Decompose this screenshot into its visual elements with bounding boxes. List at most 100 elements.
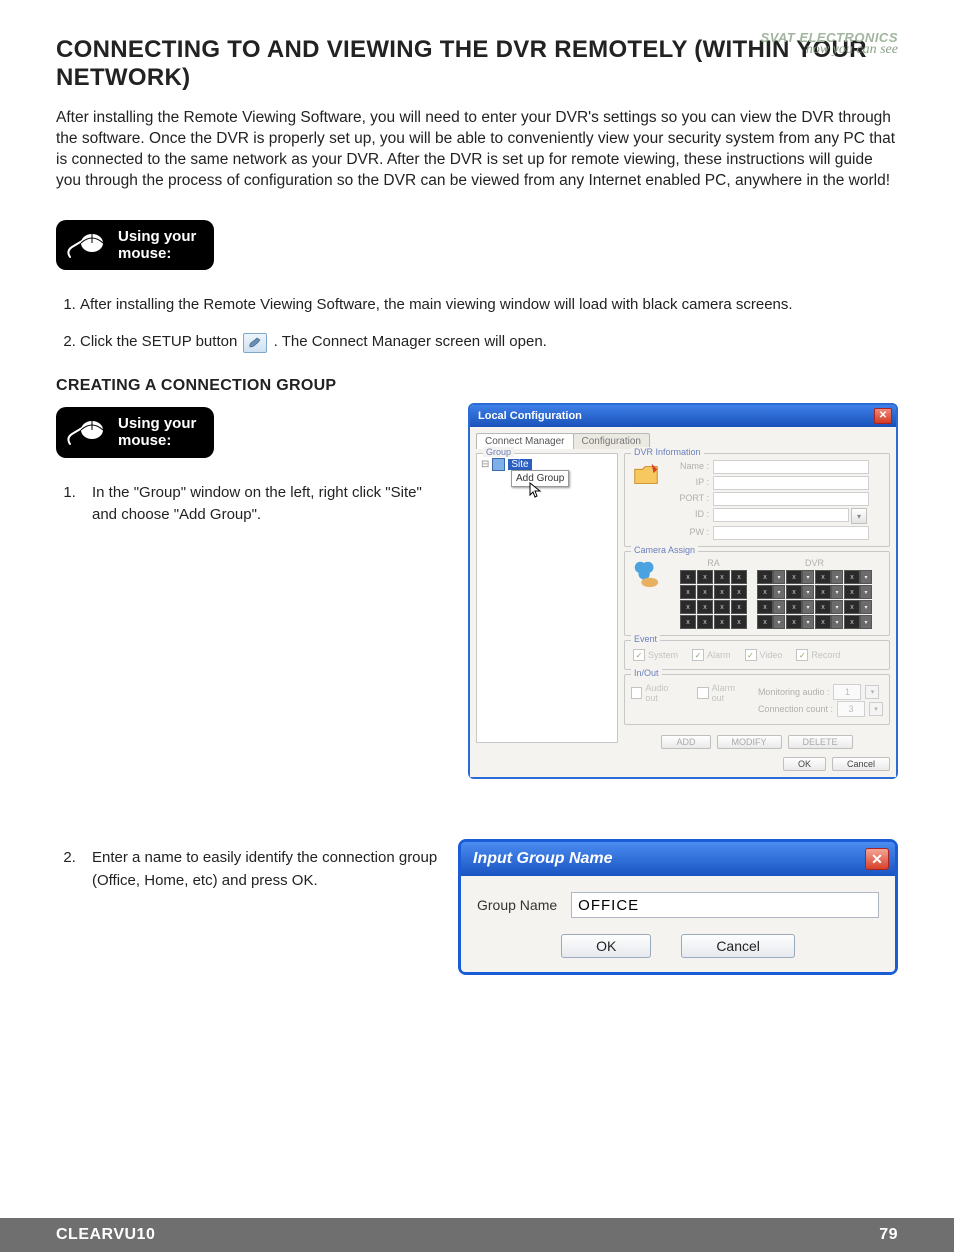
ra-cell[interactable]: x: [714, 600, 730, 614]
inout-checkbox[interactable]: Alarm out: [697, 683, 748, 703]
mouse-badge-text: Using your mouse:: [118, 228, 196, 263]
dvr-cell[interactable]: x▾: [786, 585, 814, 599]
input-pw[interactable]: [713, 526, 869, 540]
window-title: Local Configuration: [478, 410, 582, 422]
ra-cell[interactable]: x: [714, 585, 730, 599]
ra-cell[interactable]: x: [714, 570, 730, 584]
ra-cell[interactable]: x: [697, 585, 713, 599]
site-icon: [492, 458, 505, 471]
add-button[interactable]: ADD: [661, 735, 710, 749]
inout-checkbox[interactable]: Audio out: [631, 683, 681, 703]
step-2-2: Enter a name to easily identify the conn…: [80, 847, 438, 892]
footer-product: CLEARVU10: [56, 1226, 155, 1244]
input-connection-count[interactable]: [837, 701, 865, 717]
ra-cell[interactable]: x: [680, 585, 696, 599]
camera-legend: Camera Assign: [631, 545, 698, 555]
dvr-cell[interactable]: x▾: [757, 600, 785, 614]
dvr-cell[interactable]: x▾: [757, 570, 785, 584]
dropdown-icon[interactable]: ▾: [865, 685, 879, 699]
input-ip[interactable]: [713, 476, 869, 490]
dvr-cell[interactable]: x▾: [786, 615, 814, 629]
dvr-cell[interactable]: x▾: [815, 600, 843, 614]
ra-cell[interactable]: x: [680, 570, 696, 584]
mouse-badge-2: Using your mouse:: [56, 407, 214, 458]
ra-cell[interactable]: x: [731, 615, 747, 629]
input-name[interactable]: [713, 460, 869, 474]
dvr-cell[interactable]: x▾: [815, 570, 843, 584]
event-checkbox[interactable]: ✓Record: [796, 649, 840, 661]
mouse-icon: [64, 229, 108, 261]
label-port: PORT :: [667, 492, 709, 506]
label-connection-count: Connection count :: [758, 704, 833, 714]
dvr-cell[interactable]: x▾: [786, 600, 814, 614]
camera-icon: [631, 558, 661, 588]
ra-cell[interactable]: x: [680, 600, 696, 614]
dvr-cell[interactable]: x▾: [815, 585, 843, 599]
close-icon[interactable]: ✕: [865, 848, 889, 870]
step-1-1: After installing the Remote Viewing Soft…: [80, 294, 898, 317]
dvr-cell[interactable]: x▾: [844, 585, 872, 599]
event-checkbox[interactable]: ✓Video: [745, 649, 783, 661]
subheading: CREATING A CONNECTION GROUP: [56, 377, 898, 395]
dvr-cell[interactable]: x▾: [757, 615, 785, 629]
ra-cell[interactable]: x: [731, 570, 747, 584]
step-2-1: In the "Group" window on the left, right…: [80, 482, 448, 527]
event-legend: Event: [631, 634, 660, 644]
ok-button[interactable]: OK: [783, 757, 826, 771]
label-monitoring-audio: Monitoring audio :: [758, 687, 830, 697]
event-group: Event ✓System✓Alarm✓Video✓Record: [624, 640, 890, 670]
dvr-cell[interactable]: x▾: [815, 615, 843, 629]
camera-assign-group: Camera Assign RA xxxxxxxxxxxxxxxx: [624, 551, 890, 636]
mouse-badge-text: Using your mouse:: [118, 415, 196, 450]
mouse-icon: [64, 416, 108, 448]
step-1-2-pre: Click the SETUP button: [80, 333, 241, 350]
intro-paragraph: After installing the Remote Viewing Soft…: [56, 108, 898, 192]
setup-icon: [243, 333, 267, 353]
ra-cell[interactable]: x: [731, 600, 747, 614]
input-port[interactable]: [713, 492, 869, 506]
mouse-badge: Using your mouse:: [56, 220, 214, 271]
folder-icon: [631, 460, 661, 490]
group-name-input[interactable]: [571, 892, 879, 918]
dvr-info-legend: DVR Information: [631, 447, 704, 457]
dvr-cell[interactable]: x▾: [844, 615, 872, 629]
label-id: ID :: [667, 508, 709, 524]
inout-legend: In/Out: [631, 668, 662, 678]
ok-button[interactable]: OK: [561, 934, 651, 958]
window-titlebar: Local Configuration ✕: [470, 405, 896, 427]
dropdown-icon[interactable]: ▾: [869, 702, 883, 716]
id-dropdown-icon[interactable]: ▾: [851, 508, 867, 524]
dvr-header: DVR: [757, 558, 872, 568]
dvr-cell[interactable]: x▾: [786, 570, 814, 584]
event-checkbox[interactable]: ✓Alarm: [692, 649, 731, 661]
dialog-titlebar: Input Group Name ✕: [461, 842, 895, 876]
ra-cell[interactable]: x: [697, 600, 713, 614]
inout-group: In/Out Audio outAlarm out Monitoring aud…: [624, 674, 890, 725]
label-pw: PW :: [667, 526, 709, 540]
group-legend: Group: [483, 447, 514, 457]
event-checkbox[interactable]: ✓System: [633, 649, 678, 661]
dvr-cell[interactable]: x▾: [844, 600, 872, 614]
dialog-title: Input Group Name: [473, 850, 613, 868]
local-configuration-window: Local Configuration ✕ Connect Manager Co…: [468, 403, 898, 779]
close-icon[interactable]: ✕: [874, 408, 892, 424]
footer-page: 79: [879, 1226, 898, 1244]
dvr-cell[interactable]: x▾: [844, 570, 872, 584]
group-name-label: Group Name: [477, 897, 557, 913]
ra-cell[interactable]: x: [731, 585, 747, 599]
input-monitoring-audio[interactable]: [833, 684, 861, 700]
dvr-cell[interactable]: x▾: [757, 585, 785, 599]
steps-list-1: After installing the Remote Viewing Soft…: [56, 294, 898, 353]
ra-cell[interactable]: x: [697, 570, 713, 584]
delete-button[interactable]: DELETE: [788, 735, 853, 749]
modify-button[interactable]: MODIFY: [717, 735, 782, 749]
cancel-button[interactable]: Cancel: [832, 757, 890, 771]
input-id[interactable]: [713, 508, 849, 522]
label-ip: IP :: [667, 476, 709, 490]
ra-cell[interactable]: x: [714, 615, 730, 629]
cancel-button[interactable]: Cancel: [681, 934, 795, 958]
ra-cell[interactable]: x: [680, 615, 696, 629]
label-name: Name :: [667, 460, 709, 474]
ra-cell[interactable]: x: [697, 615, 713, 629]
group-tree-pane[interactable]: Group ⊟ Site Add Group: [476, 453, 618, 743]
